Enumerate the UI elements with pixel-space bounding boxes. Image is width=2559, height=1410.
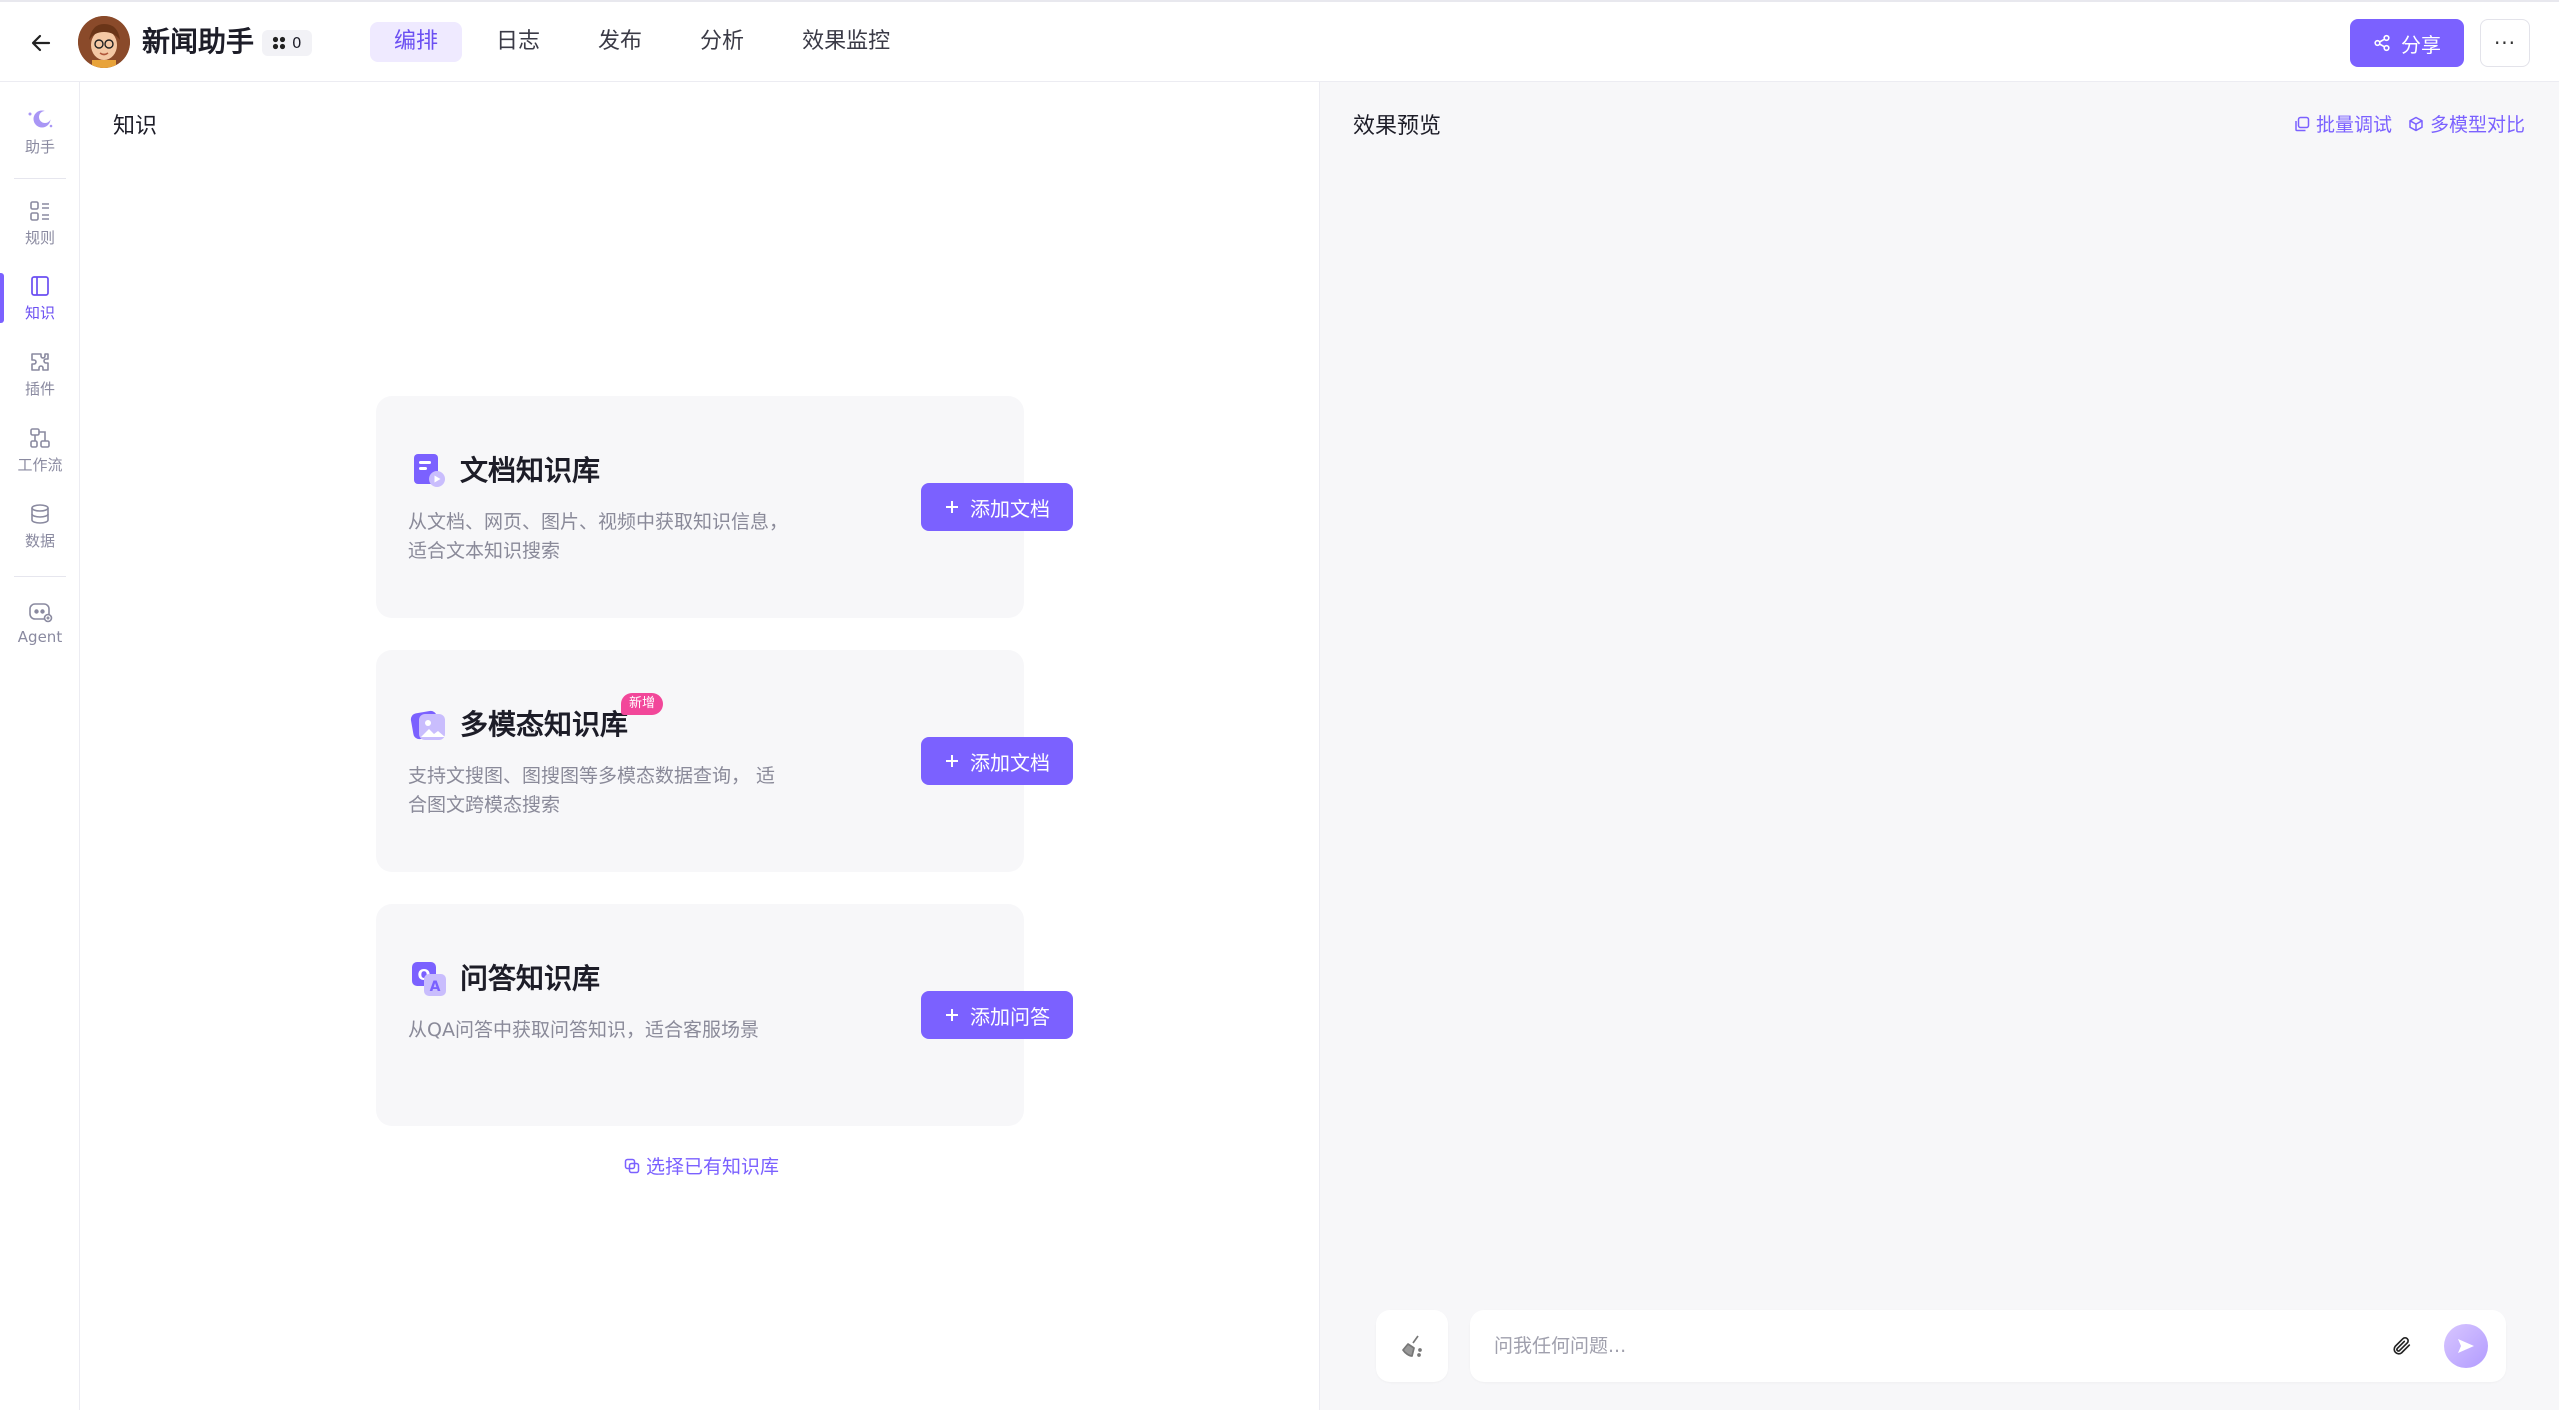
batch-icon xyxy=(2295,116,2310,131)
paperclip-icon xyxy=(2393,1336,2411,1355)
add-qa-button[interactable]: 添加问答 xyxy=(921,991,1073,1039)
qa-knowledge-card: Q A 问答知识库 从QA问答中获取问答知识，适合客服场景 添加问答 xyxy=(376,904,1073,1126)
sidebar-divider xyxy=(14,178,66,179)
tab-orchestrate[interactable]: 编排 xyxy=(370,22,463,62)
card-title: 多模态知识库 xyxy=(460,708,629,741)
rules-icon xyxy=(30,200,49,221)
back-button[interactable] xyxy=(22,24,60,62)
preview-panel: 效果预览 批量调试 多模型对比 xyxy=(1319,82,2559,1410)
image-gallery-icon xyxy=(410,710,445,740)
batch-debug-button[interactable]: 批量调试 xyxy=(2294,110,2392,137)
arrow-left-icon xyxy=(31,34,51,52)
plus-icon xyxy=(946,755,958,767)
button-label: 添加文档 xyxy=(970,496,1050,521)
sidebar-item-label: Agent xyxy=(17,628,63,646)
agent-icon xyxy=(29,603,53,623)
plugin-icon xyxy=(31,352,49,371)
share-label: 分享 xyxy=(2401,32,2441,57)
select-existing-knowledge-link[interactable]: 选择已有知识库 xyxy=(624,1152,779,1179)
card-title: 问答知识库 xyxy=(460,962,601,995)
copy-icon xyxy=(624,1158,640,1173)
more-button[interactable]: ··· xyxy=(2480,19,2530,67)
assistant-icon xyxy=(28,110,53,127)
chat-input[interactable] xyxy=(1470,1316,2382,1376)
button-label: 添加问答 xyxy=(970,1004,1050,1029)
workflow-icon xyxy=(30,427,50,448)
more-label: ··· xyxy=(2493,31,2517,55)
broom-icon xyxy=(1402,1335,1422,1357)
card-title: 文档知识库 xyxy=(460,454,601,487)
share-icon xyxy=(2374,34,2390,52)
tab-analytics[interactable]: 分析 xyxy=(676,22,768,62)
tab-monitoring[interactable]: 效果监控 xyxy=(778,22,914,62)
svg-text:A: A xyxy=(430,979,441,995)
card-description: 从文档、网页、图片、视频中获取知识信息， 适合文本知识搜索 xyxy=(408,511,789,562)
knowledge-icon xyxy=(31,275,49,296)
send-icon xyxy=(2458,1339,2474,1353)
multimodal-knowledge-card: 多模态知识库 新增 支持文搜图、图搜图等多模态数据查询， 适合图文跨模态搜索 添… xyxy=(376,650,1073,872)
document-icon xyxy=(414,454,445,487)
plus-icon xyxy=(946,1009,958,1021)
knowledge-panel: 知识 文档知识库 从文档、网页、图片、视频中获取知识信息， 适合文本知识搜索 添… xyxy=(81,82,1319,1410)
batch-debug-label: 批量调试 xyxy=(2315,114,2392,136)
app-title: 新闻助手 xyxy=(142,25,255,58)
top-header: 新闻助手 0 编排 日志 发布 分析 效果监控 分享 ··· xyxy=(0,0,2559,82)
avatar-illustration xyxy=(78,16,130,68)
sidebar-item-label: 数据 xyxy=(24,531,55,550)
multi-model-compare-button[interactable]: 多模型对比 xyxy=(2408,110,2525,137)
plugin-count-badge[interactable]: 0 xyxy=(262,30,312,56)
qa-icon: Q A xyxy=(412,962,446,996)
button-label: 添加文档 xyxy=(970,750,1050,775)
card-description: 支持文搜图、图搜图等多模态数据查询， 适合图文跨模态搜索 xyxy=(408,765,776,816)
tab-publish[interactable]: 发布 xyxy=(574,22,666,62)
plus-icon xyxy=(946,501,958,513)
preview-title: 效果预览 xyxy=(1353,114,1442,139)
plugin-count: 0 xyxy=(292,34,302,52)
grid-icon xyxy=(272,36,286,50)
document-knowledge-card: 文档知识库 从文档、网页、图片、视频中获取知识信息， 适合文本知识搜索 添加文档 xyxy=(376,396,1073,618)
database-icon xyxy=(31,503,49,524)
tab-logs[interactable]: 日志 xyxy=(472,22,564,62)
new-badge: 新增 xyxy=(621,693,664,715)
add-multimodal-document-button[interactable]: 添加文档 xyxy=(921,737,1073,785)
sidebar-item-label: 知识 xyxy=(24,303,55,322)
sidebar-item-label: 规则 xyxy=(24,228,55,247)
nav-tabs: 编排 日志 发布 分析 效果监控 xyxy=(370,22,914,62)
sidebar-item-rules[interactable]: 规则 xyxy=(0,188,80,258)
multi-model-label: 多模型对比 xyxy=(2429,114,2525,136)
sidebar-item-plugins[interactable]: 插件 xyxy=(0,339,80,409)
preview-actions: 批量调试 多模型对比 xyxy=(2294,110,2525,137)
cube-icon xyxy=(2409,116,2423,131)
sidebar-item-knowledge[interactable]: 知识 xyxy=(0,263,80,333)
app-root: 新闻助手 0 编排 日志 发布 分析 效果监控 分享 ··· 助手 规则 知识 … xyxy=(0,0,2559,1410)
sidebar-item-data[interactable]: 数据 xyxy=(0,491,80,561)
sidebar-item-assistant[interactable]: 助手 xyxy=(0,97,80,167)
add-document-button[interactable]: 添加文档 xyxy=(921,483,1073,531)
sidebar-item-agent[interactable]: Agent xyxy=(0,588,80,658)
select-existing-label: 选择已有知识库 xyxy=(646,1156,780,1178)
clear-chat-button[interactable] xyxy=(1376,1310,1448,1382)
chat-input-bar xyxy=(1470,1310,2506,1382)
sidebar-divider xyxy=(14,576,66,577)
left-sidebar: 助手 规则 知识 插件 工作流 数据 Agent xyxy=(0,82,80,1410)
send-button[interactable] xyxy=(2444,1324,2488,1368)
card-description: 从QA问答中获取问答知识，适合客服场景 xyxy=(408,1019,759,1041)
sidebar-item-label: 助手 xyxy=(24,137,55,156)
attach-button[interactable] xyxy=(2382,1326,2422,1366)
sidebar-item-label: 插件 xyxy=(24,379,55,398)
knowledge-section-title: 知识 xyxy=(113,114,158,139)
sidebar-item-workflow[interactable]: 工作流 xyxy=(0,415,80,485)
avatar[interactable] xyxy=(78,16,130,68)
share-button[interactable]: 分享 xyxy=(2350,19,2464,67)
sidebar-item-label: 工作流 xyxy=(17,455,63,474)
